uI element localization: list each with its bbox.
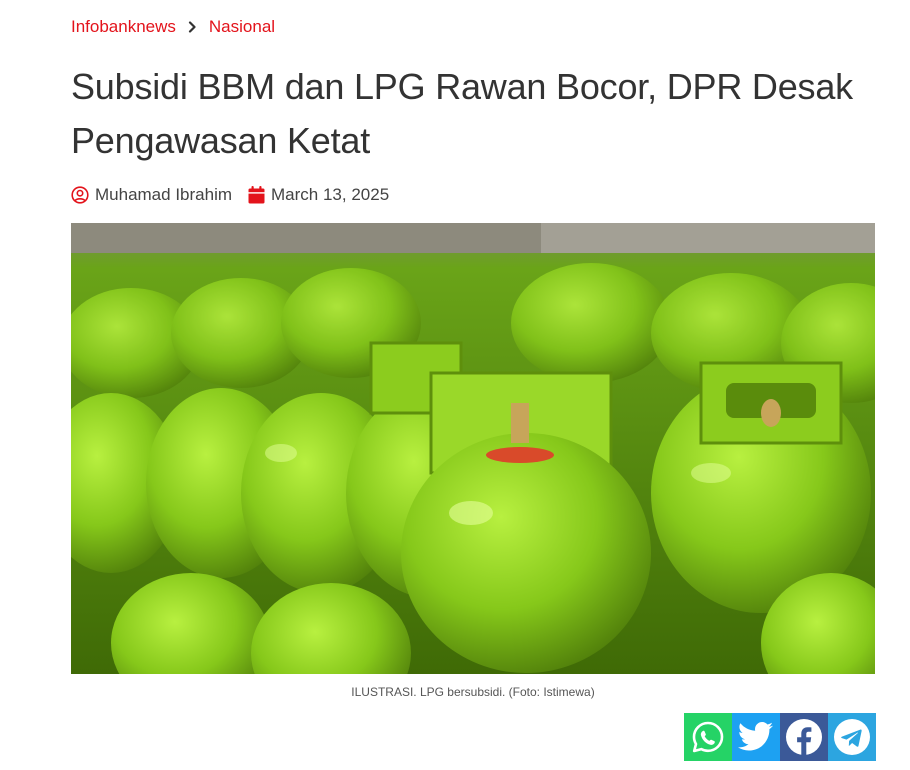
lpg-cylinders-photo <box>71 223 875 674</box>
article-meta: Muhamad Ibrahim March 13, 2025 <box>71 184 389 206</box>
author-link[interactable]: Muhamad Ibrahim <box>95 185 232 205</box>
breadcrumb-section-link[interactable]: Nasional <box>209 17 275 37</box>
article-title: Subsidi BBM dan LPG Rawan Bocor, DPR Des… <box>71 66 853 161</box>
chevron-right-icon <box>188 21 197 33</box>
breadcrumb: Infobanknews Nasional <box>71 16 275 38</box>
calendar-icon <box>248 186 265 204</box>
telegram-icon <box>834 719 870 755</box>
image-caption: ILUSTRASI. LPG bersubsidi. (Foto: Istime… <box>351 685 595 699</box>
share-telegram-button[interactable] <box>828 713 876 761</box>
share-whatsapp-button[interactable] <box>684 713 732 761</box>
share-facebook-button[interactable] <box>780 713 828 761</box>
share-buttons <box>684 713 876 761</box>
share-twitter-button[interactable] <box>732 713 780 761</box>
user-circle-icon <box>71 186 89 204</box>
breadcrumb-home-link[interactable]: Infobanknews <box>71 17 176 37</box>
article-hero-image <box>71 223 875 674</box>
facebook-icon <box>786 719 822 755</box>
publish-date: March 13, 2025 <box>271 185 390 204</box>
whatsapp-icon <box>692 721 724 753</box>
twitter-icon <box>738 722 773 751</box>
